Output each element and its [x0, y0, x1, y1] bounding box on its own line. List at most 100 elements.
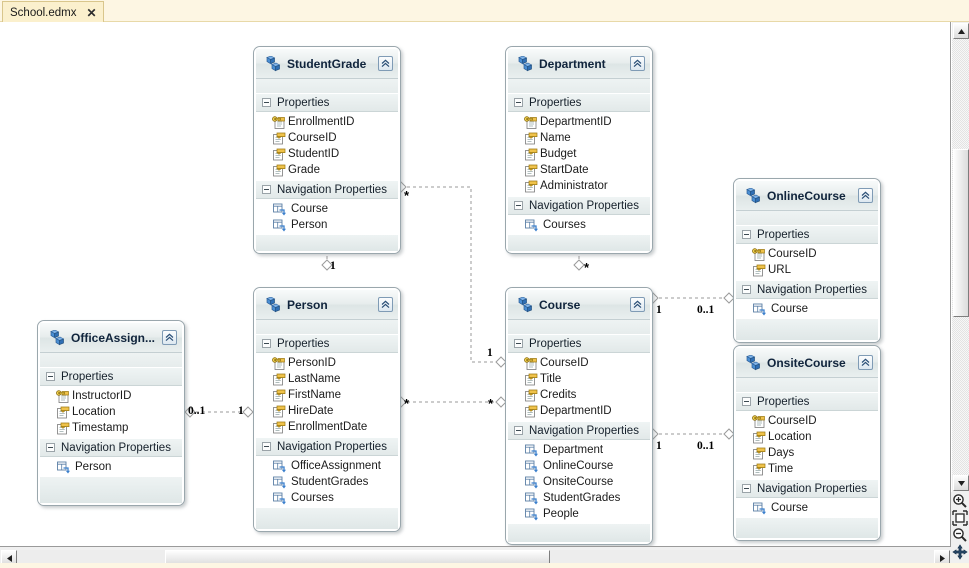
property-row[interactable]: Name	[508, 130, 650, 146]
collapse-expander-icon[interactable]	[262, 339, 271, 348]
properties-section-header[interactable]: Properties	[256, 334, 398, 353]
collapse-expander-icon[interactable]	[514, 426, 523, 435]
property-row[interactable]: DepartmentID	[508, 114, 650, 130]
entity-box[interactable]: Course Properties CourseID Title Credits Depa…	[505, 287, 653, 545]
collapse-expander-icon[interactable]	[742, 230, 751, 239]
property-row[interactable]: HireDate	[256, 403, 398, 419]
properties-section-header[interactable]: Properties	[508, 93, 650, 112]
collapse-expander-icon[interactable]	[742, 397, 751, 406]
entity-box[interactable]: OfficeAssign... Properties InstructorID Loc…	[37, 320, 185, 506]
navigation-property-row[interactable]: OnsiteCourse	[508, 474, 650, 490]
property-row[interactable]: Grade	[256, 162, 398, 178]
property-row[interactable]: Budget	[508, 146, 650, 162]
collapse-button[interactable]	[378, 56, 393, 71]
collapse-expander-icon[interactable]	[514, 339, 523, 348]
collapse-expander-icon[interactable]	[742, 484, 751, 493]
entity-box[interactable]: OnlineCourse Properties CourseID URL Navigat…	[733, 178, 881, 343]
entity-header[interactable]: OnsiteCourse	[736, 348, 878, 378]
properties-section-header[interactable]: Properties	[736, 392, 878, 411]
collapse-expander-icon[interactable]	[742, 285, 751, 294]
collapse-expander-icon[interactable]	[262, 98, 271, 107]
navigation-section-header[interactable]: Navigation Properties	[736, 479, 878, 498]
collapse-button[interactable]	[858, 188, 873, 203]
collapse-button[interactable]	[630, 297, 645, 312]
pan-icon[interactable]	[952, 544, 968, 560]
properties-section-header[interactable]: Properties	[508, 334, 650, 353]
properties-section-header[interactable]: Properties	[40, 367, 182, 386]
navigation-property-row[interactable]: StudentGrades	[256, 474, 398, 490]
properties-section-header[interactable]: Properties	[736, 225, 878, 244]
navigation-section-header[interactable]: Navigation Properties	[736, 280, 878, 299]
property-row[interactable]: CourseID	[736, 246, 878, 262]
navigation-property-row[interactable]: Person	[40, 459, 182, 475]
entity-box[interactable]: OnsiteCourse Properties CourseID Location Da…	[733, 345, 881, 541]
navigation-property-row[interactable]: Department	[508, 442, 650, 458]
entity-box[interactable]: Department Properties DepartmentID Name Budg…	[505, 46, 653, 254]
collapse-expander-icon[interactable]	[262, 442, 271, 451]
entity-header[interactable]: Department	[508, 49, 650, 79]
collapse-expander-icon[interactable]	[46, 372, 55, 381]
navigation-property-row[interactable]: Course	[736, 301, 878, 317]
zoom-out-icon[interactable]	[952, 527, 968, 543]
navigation-property-row[interactable]: OnlineCourse	[508, 458, 650, 474]
tab-school-edmx[interactable]: School.edmx ✕	[2, 1, 104, 22]
property-row[interactable]: Credits	[508, 387, 650, 403]
collapse-expander-icon[interactable]	[514, 201, 523, 210]
collapse-button[interactable]	[858, 355, 873, 370]
navigation-property-row[interactable]: Person	[256, 217, 398, 233]
navigation-section-header[interactable]: Navigation Properties	[40, 438, 182, 457]
navigation-property-row[interactable]: People	[508, 506, 650, 522]
navigation-property-row[interactable]: Courses	[256, 490, 398, 506]
entity-box[interactable]: Person Properties PersonID LastName FirstNam…	[253, 287, 401, 532]
property-row[interactable]: CourseID	[736, 413, 878, 429]
property-row[interactable]: PersonID	[256, 355, 398, 371]
property-row[interactable]: Title	[508, 371, 650, 387]
property-row[interactable]: Administrator	[508, 178, 650, 194]
property-row[interactable]: Time	[736, 461, 878, 477]
navigation-section-header[interactable]: Navigation Properties	[508, 196, 650, 215]
property-row[interactable]: LastName	[256, 371, 398, 387]
property-row[interactable]: Location	[736, 429, 878, 445]
navigation-property-row[interactable]: OfficeAssignment	[256, 458, 398, 474]
navigation-property-row[interactable]: StudentGrades	[508, 490, 650, 506]
scroll-down-button[interactable]	[953, 475, 969, 491]
navigation-property-row[interactable]: Courses	[508, 217, 650, 233]
vertical-scrollbar[interactable]	[951, 22, 969, 492]
scroll-up-button[interactable]	[953, 23, 969, 39]
fit-to-window-icon[interactable]	[952, 510, 968, 526]
collapse-expander-icon[interactable]	[46, 443, 55, 452]
navigation-section-header[interactable]: Navigation Properties	[508, 421, 650, 440]
property-row[interactable]: URL	[736, 262, 878, 278]
collapse-button[interactable]	[162, 330, 177, 345]
property-row[interactable]: DepartmentID	[508, 403, 650, 419]
properties-section-header[interactable]: Properties	[256, 93, 398, 112]
property-row[interactable]: InstructorID	[40, 388, 182, 404]
entity-header[interactable]: Course	[508, 290, 650, 320]
collapse-expander-icon[interactable]	[262, 185, 271, 194]
diagram-canvas[interactable]: 0..1 1 * 1 * 1 1 * * * 1 0..1 1 0..1 Stu…	[0, 22, 951, 546]
entity-header[interactable]: StudentGrade	[256, 49, 398, 79]
property-row[interactable]: CourseID	[508, 355, 650, 371]
vertical-scroll-track[interactable]	[952, 39, 969, 475]
entity-header[interactable]: OnlineCourse	[736, 181, 878, 211]
collapse-button[interactable]	[378, 297, 393, 312]
close-icon[interactable]: ✕	[86, 7, 96, 19]
property-row[interactable]: EnrollmentDate	[256, 419, 398, 435]
property-row[interactable]: EnrollmentID	[256, 114, 398, 130]
collapse-expander-icon[interactable]	[514, 98, 523, 107]
property-row[interactable]: Location	[40, 404, 182, 420]
entity-box[interactable]: StudentGrade Properties EnrollmentID Course…	[253, 46, 401, 254]
entity-header[interactable]: OfficeAssign...	[40, 323, 182, 353]
navigation-section-header[interactable]: Navigation Properties	[256, 180, 398, 199]
entity-header[interactable]: Person	[256, 290, 398, 320]
collapse-button[interactable]	[630, 56, 645, 71]
navigation-property-row[interactable]: Course	[736, 500, 878, 516]
property-row[interactable]: FirstName	[256, 387, 398, 403]
zoom-in-icon[interactable]	[952, 493, 968, 509]
vertical-scroll-thumb[interactable]	[953, 149, 969, 317]
navigation-property-row[interactable]: Course	[256, 201, 398, 217]
property-row[interactable]: StartDate	[508, 162, 650, 178]
property-row[interactable]: Timestamp	[40, 420, 182, 436]
property-row[interactable]: StudentID	[256, 146, 398, 162]
property-row[interactable]: Days	[736, 445, 878, 461]
